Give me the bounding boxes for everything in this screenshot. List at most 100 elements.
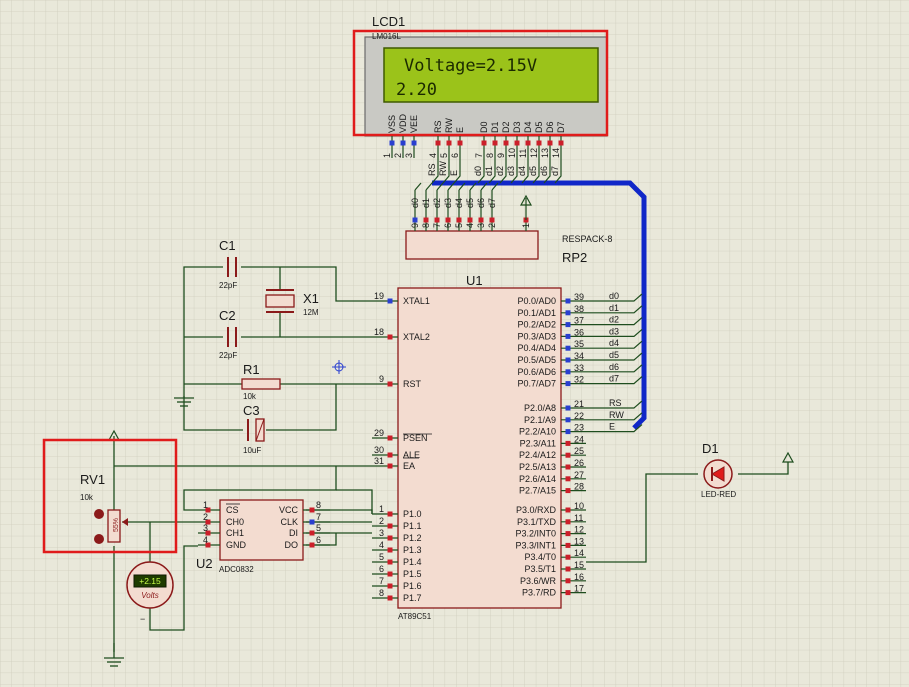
lcd-pin-name: D7 <box>556 121 566 133</box>
pin-marker <box>387 523 393 529</box>
pin-marker <box>565 452 571 458</box>
pin-marker <box>565 322 571 328</box>
pin-marker <box>565 345 571 351</box>
lcd-pin-name: D4 <box>523 121 533 133</box>
voltmeter-unit: Volts <box>141 591 159 600</box>
adc-pin-name: CLK <box>280 517 298 527</box>
mcu-pin-number: 27 <box>574 470 584 480</box>
mcu-pin-name: P0.3/AD3 <box>517 331 556 341</box>
pin-marker <box>565 357 571 363</box>
respack-part: RESPACK-8 <box>562 234 612 244</box>
mcu-pin-name: P1.1 <box>403 521 422 531</box>
mcu-pin-name: P0.2/AD2 <box>517 320 556 330</box>
adc-pin-number: 3 <box>203 523 208 533</box>
mcu-pin-name: EA <box>403 461 415 471</box>
lcd-pin-name: D3 <box>512 121 522 133</box>
mcu-pin-number: 33 <box>574 363 584 373</box>
pin-marker <box>387 381 393 387</box>
mcu-pin-name: P0.4/AD4 <box>517 343 556 353</box>
mcu-pin-number: 34 <box>574 351 584 361</box>
mcu-pin-number: 29 <box>374 428 384 438</box>
mcu-pin-name: P2.3/A11 <box>520 438 556 448</box>
pin-marker <box>478 217 484 223</box>
mcu-pin-number: 9 <box>379 374 384 384</box>
mcu-pin-name: P1.6 <box>403 581 422 591</box>
lcd-pin-number: 3 <box>404 153 414 158</box>
pin-marker <box>423 217 429 223</box>
mcu-pin-number: 23 <box>574 423 584 433</box>
mcu-pin-name: XTAL1 <box>403 296 430 306</box>
adc-pin-name: VCC <box>279 505 299 515</box>
pin-marker <box>565 381 571 387</box>
c3-ref: C3 <box>243 403 260 418</box>
adc-pin-name: GND <box>226 540 247 550</box>
mcu-pin-name: P3.6/WR <box>520 576 557 586</box>
respack-pin-number: 9 <box>410 223 420 228</box>
mcu-pin-number: 4 <box>379 540 384 550</box>
pin-marker <box>565 417 571 423</box>
lcd-line-1: Voltage=2.15V <box>404 56 537 76</box>
net-label: d1 <box>484 166 494 176</box>
adc-pin-number: 4 <box>203 535 208 545</box>
pin-marker <box>387 511 393 517</box>
mcu-pin-number: 26 <box>574 458 584 468</box>
net-label: d2 <box>495 166 505 176</box>
pin-marker <box>565 566 571 572</box>
mcu-pin-name: RST <box>403 379 422 389</box>
pin-marker <box>547 140 553 146</box>
pin-marker <box>565 333 571 339</box>
net-label: d4 <box>517 166 527 176</box>
net-label: d0 <box>609 291 619 301</box>
pin-marker <box>387 298 393 304</box>
pin-marker <box>565 578 571 584</box>
net-label: d0 <box>473 166 483 176</box>
lcd-pin-name: D1 <box>490 121 500 133</box>
pin-marker <box>434 217 440 223</box>
mcu-pin-name: P3.3/INT1 <box>515 540 556 550</box>
mcu-pin-name: P0.7/AD7 <box>517 379 556 389</box>
pin-marker <box>387 535 393 541</box>
pin-marker <box>565 476 571 482</box>
schematic-canvas[interactable]: Voltage=2.15V 2.20 LCD1 LM016L VSS 1 VDD 2 V… <box>0 0 909 687</box>
led-d1[interactable] <box>703 459 733 489</box>
resistor-r1[interactable] <box>241 378 281 390</box>
c1-ref: C1 <box>219 238 236 253</box>
x1-ref: X1 <box>303 291 319 306</box>
lcd-pin-name: VDD <box>398 113 408 133</box>
mcu-pin-name: PSEN <box>403 433 428 443</box>
mcu-pin-name: P2.4/A12 <box>519 450 556 460</box>
lcd-pin-name: D2 <box>501 121 511 133</box>
mcu-pin-number: 15 <box>574 560 584 570</box>
adc-ref: U2 <box>196 556 213 571</box>
adc-pin-number: 5 <box>316 523 321 533</box>
mcu-pin-number: 18 <box>374 327 384 337</box>
respack[interactable] <box>405 230 539 260</box>
respack-pin-number: 5 <box>454 223 464 228</box>
mcu-pin-name: P0.1/AD1 <box>517 308 556 318</box>
pin-marker <box>565 429 571 435</box>
pin-marker <box>565 590 571 596</box>
net-label: E <box>449 170 459 176</box>
net-label: d4 <box>454 198 464 208</box>
mcu-pin-number: 11 <box>574 513 583 523</box>
adc-part: ADC0832 <box>219 565 254 574</box>
pin-marker <box>565 298 571 304</box>
pin-marker <box>565 405 571 411</box>
pin-marker <box>503 140 509 146</box>
pin-marker <box>387 435 393 441</box>
net-label: d7 <box>609 374 619 384</box>
pin-marker <box>514 140 520 146</box>
pin-marker <box>435 140 441 146</box>
pin-marker <box>558 140 564 146</box>
mcu-pin-number: 8 <box>379 588 384 598</box>
adc-pin-name: DO <box>285 540 299 550</box>
mcu-pin-name: P0.0/AD0 <box>517 296 556 306</box>
lcd-pin-name: VEE <box>409 115 419 133</box>
pin-marker <box>309 542 315 548</box>
mcu-pin-name: P3.0/RXD <box>516 505 557 515</box>
adc-pin-name: CS <box>226 505 239 515</box>
r1-ref: R1 <box>243 362 260 377</box>
mcu-pin-name: P2.0/A8 <box>524 403 556 413</box>
pin-marker <box>565 369 571 375</box>
net-label: d7 <box>550 166 560 176</box>
